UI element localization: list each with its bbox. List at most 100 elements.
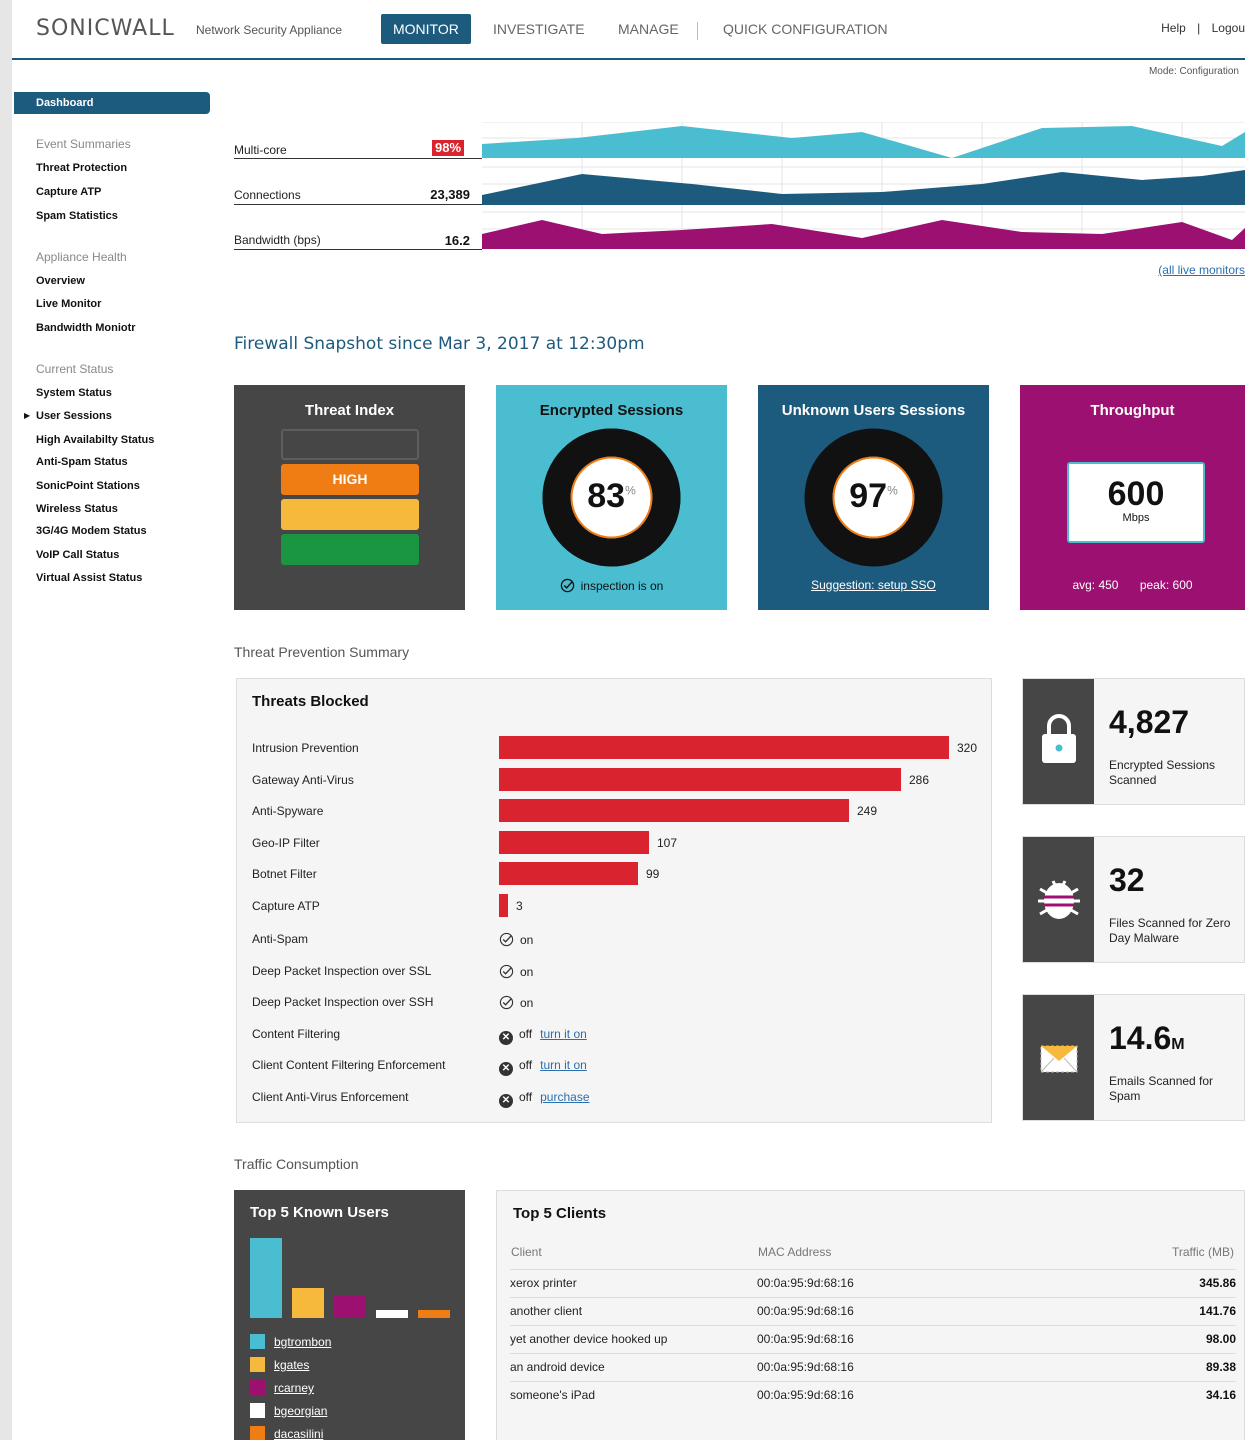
traffic-consumption-heading: Traffic Consumption: [234, 1156, 359, 1172]
known-user-bar[interactable]: [250, 1238, 282, 1318]
inspection-status: inspection is on: [496, 578, 727, 593]
known-user-legend-item[interactable]: dacasilini: [250, 1426, 323, 1440]
sidebar-item-voip-call-status[interactable]: VoIP Call Status: [36, 549, 119, 561]
emails-scanned-card[interactable]: 14.6M Emails Scanned for Spam: [1022, 994, 1245, 1121]
client-row[interactable]: yet another device hooked up 00:0a:95:9d:…: [510, 1325, 1236, 1353]
sidebar-item-overview[interactable]: Overview: [36, 275, 85, 287]
nav-quick-configuration[interactable]: QUICK CONFIGURATION: [711, 14, 900, 44]
nav-manage[interactable]: MANAGE: [606, 14, 691, 44]
nav-divider: [697, 22, 698, 40]
threat-index-tile[interactable]: Threat Index HIGH: [234, 385, 465, 610]
emails-scanned-number: 14.6: [1109, 1020, 1172, 1056]
sidebar-item-sonicpoint-stations[interactable]: SonicPoint Stations: [36, 480, 140, 492]
threat-bar[interactable]: [499, 831, 649, 854]
sidebar-item-system-status[interactable]: System Status: [36, 387, 112, 399]
threat-value: 320: [957, 741, 978, 755]
status-state: off: [519, 1027, 533, 1041]
client-traffic: 34.16: [1205, 1388, 1236, 1402]
percent-sign: %: [887, 483, 898, 498]
threats-blocked-panel: Threats Blocked Intrusion Prevention 320 G…: [236, 678, 992, 1123]
known-user-bar[interactable]: [292, 1288, 324, 1318]
unknown-users-number: 97: [849, 477, 888, 515]
sidebar-item-user-sessions[interactable]: User Sessions: [36, 410, 112, 422]
sonicwall-logo[interactable]: SONICWALL: [36, 16, 175, 41]
threat-level-critical: [281, 429, 419, 460]
status-state: on: [520, 933, 534, 947]
purchase-link[interactable]: purchase: [540, 1090, 589, 1104]
monitor-label-bandwidth: Bandwidth (bps): [234, 233, 321, 247]
status-state: off: [519, 1090, 533, 1104]
sidebar-item-high-availability-status[interactable]: High Availabilty Status: [36, 434, 154, 446]
sidebar-item-modem-status[interactable]: 3G/4G Modem Status: [36, 525, 147, 537]
monitor-value-bandwidth: 16.2: [444, 233, 470, 248]
setup-sso-link[interactable]: Suggestion: setup SSO: [758, 578, 989, 592]
known-user-name: bgeorgian: [274, 1404, 328, 1418]
throughput-tile[interactable]: Throughput 600 Mbps avg: 450 peak: 600: [1020, 385, 1245, 610]
unknown-users-tile[interactable]: Unknown Users Sessions 97% Suggestion: s…: [758, 385, 989, 610]
known-users-chart: [250, 1236, 453, 1318]
status-state: on: [520, 996, 534, 1010]
known-user-bar[interactable]: [334, 1296, 366, 1318]
emails-scanned-suffix: M: [1171, 1036, 1185, 1053]
client-row[interactable]: an android device 00:0a:95:9d:68:16 89.38: [510, 1353, 1236, 1381]
turn-it-on-link[interactable]: turn it on: [540, 1058, 587, 1072]
monitor-value-multicore: 98%: [432, 140, 465, 156]
encrypted-sessions-tile[interactable]: Encrypted Sessions 83% inspection is on: [496, 385, 727, 610]
snapshot-title: Firewall Snapshot since Mar 3, 2017 at 1…: [234, 334, 645, 354]
column-header-traffic[interactable]: Traffic (MB): [1172, 1245, 1234, 1259]
sidebar-item-threat-protection[interactable]: Threat Protection: [36, 162, 127, 174]
threat-bar[interactable]: [499, 736, 949, 759]
zero-day-files-value: 32: [1109, 862, 1145, 898]
zero-day-files-card[interactable]: 32 Files Scanned for Zero Day Malware: [1022, 836, 1245, 963]
emails-scanned-value: 14.6M: [1109, 1020, 1185, 1057]
known-user-legend-item[interactable]: bgtrombon: [250, 1334, 331, 1349]
threat-bar[interactable]: [499, 894, 508, 917]
known-user-bar[interactable]: [376, 1310, 408, 1318]
threat-bar[interactable]: [499, 768, 901, 791]
known-user-bar[interactable]: [418, 1310, 450, 1318]
sidebar-item-bandwidth-monitor[interactable]: Bandwidth Moniotr: [36, 322, 136, 334]
sidebar-item-live-monitor[interactable]: Live Monitor: [36, 298, 101, 310]
multicore-area: [482, 126, 1245, 158]
column-header-mac[interactable]: MAC Address: [758, 1245, 831, 1259]
emails-scanned-label: Emails Scanned for Spam: [1109, 1074, 1214, 1103]
throughput-stats: avg: 450 peak: 600: [1020, 578, 1245, 592]
client-row[interactable]: another client 00:0a:95:9d:68:16 141.76: [510, 1297, 1236, 1325]
known-user-legend-item[interactable]: kgates: [250, 1357, 309, 1372]
client-row[interactable]: someone's iPad 00:0a:95:9d:68:16 34.16: [510, 1381, 1236, 1409]
top-known-users-panel: Top 5 Known Users bgtrombon kgates rcarney…: [234, 1190, 465, 1440]
check-circle-icon: [499, 995, 514, 1010]
all-live-monitors-link[interactable]: (all live monitors: [1158, 263, 1245, 277]
top-clients-title: Top 5 Clients: [513, 1205, 607, 1222]
sidebar-item-capture-atp[interactable]: Capture ATP: [36, 186, 101, 198]
monitor-value-connections: 23,389: [430, 187, 470, 202]
sidebar-item-wireless-status[interactable]: Wireless Status: [36, 503, 118, 515]
threat-value: 3: [516, 899, 523, 913]
client-name: yet another device hooked up: [510, 1332, 668, 1346]
monitor-divider: [234, 158, 482, 159]
turn-it-on-link[interactable]: turn it on: [540, 1027, 587, 1041]
known-user-legend-item[interactable]: rcarney: [250, 1380, 314, 1395]
status-label: Deep Packet Inspection over SSH: [252, 995, 434, 1009]
column-header-client[interactable]: Client: [511, 1245, 542, 1259]
status-dpi-ssl: on: [499, 964, 533, 979]
help-link[interactable]: Help: [1161, 21, 1186, 35]
sidebar-group-event-summaries: Event Summaries: [36, 137, 131, 151]
encrypted-sessions-number: 83: [587, 477, 626, 515]
threat-bar[interactable]: [499, 862, 638, 885]
threat-value: 107: [657, 836, 678, 850]
encrypted-sessions-scanned-card[interactable]: 4,827 Encrypted Sessions Scanned: [1022, 678, 1245, 805]
encrypted-sessions-scanned-value: 4,827: [1109, 704, 1190, 740]
status-client-anti-virus: ✕ off purchase: [499, 1090, 590, 1108]
known-user-legend-item[interactable]: bgeorgian: [250, 1403, 327, 1418]
logout-link[interactable]: Logou: [1212, 21, 1245, 35]
client-row[interactable]: xerox printer 00:0a:95:9d:68:16 345.86: [510, 1269, 1236, 1297]
threat-bar[interactable]: [499, 799, 849, 822]
nav-investigate[interactable]: INVESTIGATE: [481, 14, 597, 44]
sidebar-item-dashboard[interactable]: Dashboard: [14, 92, 210, 114]
nav-monitor[interactable]: MONITOR: [381, 14, 471, 44]
sidebar-item-anti-spam-status[interactable]: Anti-Spam Status: [36, 456, 128, 468]
sidebar-item-spam-statistics[interactable]: Spam Statistics: [36, 210, 118, 222]
throughput-peak: peak: 600: [1139, 578, 1193, 592]
sidebar-item-virtual-assist-status[interactable]: Virtual Assist Status: [36, 572, 142, 584]
